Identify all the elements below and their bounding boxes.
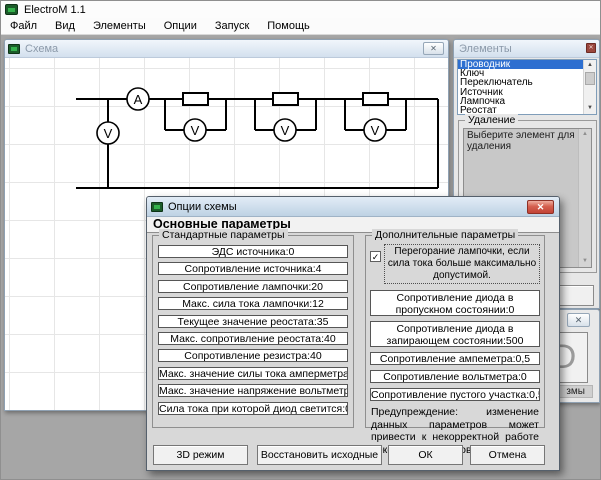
field-rheostat-current-value[interactable]: Текущее значение реостата:35 <box>158 315 348 328</box>
resistor-2 <box>273 93 298 105</box>
electrom-main-window: ElectroM 1.1 Файл Вид Элементы Опции Зап… <box>0 0 601 480</box>
field-voltmeter-resistance[interactable]: Сопротивление вольтметра:0 <box>370 370 540 383</box>
scroll-down-icon[interactable]: ▼ <box>579 256 591 267</box>
deletion-box-scrollbar[interactable]: ▲ ▼ <box>578 129 591 267</box>
field-voltmeter-max-voltage[interactable]: Макс. значение напряжение вольтметра:250 <box>158 384 348 397</box>
field-diode-forward-resistance[interactable]: Сопротивление диода в пропускном состоян… <box>370 290 540 316</box>
menu-options[interactable]: Опции <box>155 19 206 33</box>
field-lamp-max-current[interactable]: Макс. сила тока лампочки:12 <box>158 297 348 310</box>
scroll-thumb[interactable] <box>585 72 595 85</box>
ammeter-label: A <box>134 92 143 107</box>
standard-params-group: Стандартные параметры ЭДС источника:0 Со… <box>152 235 354 428</box>
schema-close-icon[interactable]: ✕ <box>423 42 444 55</box>
field-ammeter-max-current[interactable]: Макс. значение силы тока амперметра:15 <box>158 367 348 380</box>
scroll-up-icon[interactable]: ▲ <box>584 60 596 71</box>
dialog-close-icon[interactable]: ✕ <box>527 200 554 214</box>
field-empty-section-resistance[interactable]: Сопротивление пустого участка:0,5 <box>370 388 540 401</box>
field-resistor-resistance[interactable]: Сопротивление резистра:40 <box>158 349 348 362</box>
background-window-close-icon[interactable]: ✕ <box>567 313 590 327</box>
window-title: ElectroM 1.1 <box>24 4 86 16</box>
menu-view[interactable]: Вид <box>46 19 84 33</box>
resistor-1 <box>183 93 208 105</box>
schema-titlebar[interactable]: Схема ✕ <box>5 40 448 58</box>
dialog-titlebar[interactable]: Опции схемы ✕ <box>147 197 559 217</box>
dialog-title: Опции схемы <box>168 201 237 213</box>
elements-close-icon[interactable]: ✕ <box>586 43 596 53</box>
dialog-icon <box>151 202 163 212</box>
3d-mode-button[interactable]: 3D режим <box>153 445 248 465</box>
scroll-up-icon[interactable]: ▲ <box>579 129 591 140</box>
main-titlebar: ElectroM 1.1 <box>1 1 600 18</box>
scroll-down-icon[interactable]: ▼ <box>584 103 596 114</box>
additional-params-label: Дополнительные параметры <box>372 229 518 241</box>
field-emf-source[interactable]: ЭДС источника:0 <box>158 245 348 258</box>
dialog-body: Основные параметры Стандартные параметры… <box>147 217 559 470</box>
voltmeter-label: V <box>371 123 380 138</box>
menu-help[interactable]: Помощь <box>258 19 319 33</box>
field-rheostat-max-resistance[interactable]: Макс. сопротивление реостата:40 <box>158 332 348 345</box>
deletion-info-text: Выберите элемент для удаления <box>467 130 575 152</box>
lamp-burnout-checkbox-label[interactable]: Перегорание лампочки, если сила тока бол… <box>384 244 540 284</box>
elements-titlebar[interactable]: Элементы ✕ <box>454 40 599 58</box>
schema-window-icon <box>8 44 20 54</box>
menubar: Файл Вид Элементы Опции Запуск Помощь <box>1 18 600 35</box>
resistor-3 <box>363 93 388 105</box>
field-diode-reverse-resistance[interactable]: Сопротивление диода в запирающем состоян… <box>370 321 540 347</box>
standard-params-label: Стандартные параметры <box>159 229 288 241</box>
voltmeter-label: V <box>191 123 200 138</box>
elements-list-scrollbar[interactable]: ▲ ▼ <box>583 60 596 114</box>
field-source-resistance[interactable]: Сопротивление источника:4 <box>158 262 348 275</box>
elements-panel-title: Элементы <box>459 43 512 55</box>
ok-button[interactable]: ОК <box>388 445 463 465</box>
field-ammeter-resistance[interactable]: Сопротивление ампеметра:0,5 <box>370 352 540 365</box>
voltmeter-label: V <box>281 123 290 138</box>
menu-file[interactable]: Файл <box>1 19 46 33</box>
schema-window-title: Схема <box>25 43 58 55</box>
field-lamp-resistance[interactable]: Сопротивление лампочки:20 <box>158 280 348 293</box>
wires[interactable] <box>76 99 438 188</box>
menu-elements[interactable]: Элементы <box>84 19 155 33</box>
voltmeter-label: V <box>104 126 113 141</box>
additional-params-group: Дополнительные параметры ✓ Перегорание л… <box>365 235 545 428</box>
field-diode-light-current[interactable]: Сила тока при которой диод светится:0,5 <box>158 402 348 415</box>
app-icon <box>5 4 18 15</box>
cancel-button[interactable]: Отмена <box>470 445 545 465</box>
lamp-burnout-checkbox[interactable]: ✓ <box>370 251 381 262</box>
elements-list[interactable]: Проводник Ключ Переключатель Источник Ла… <box>457 59 597 115</box>
restore-defaults-button[interactable]: Восстановить исходные <box>257 445 382 465</box>
options-dialog: Опции схемы ✕ Основные параметры Стандар… <box>146 196 560 471</box>
deletion-group-label: Удаление <box>465 114 518 126</box>
menu-run[interactable]: Запуск <box>206 19 258 33</box>
